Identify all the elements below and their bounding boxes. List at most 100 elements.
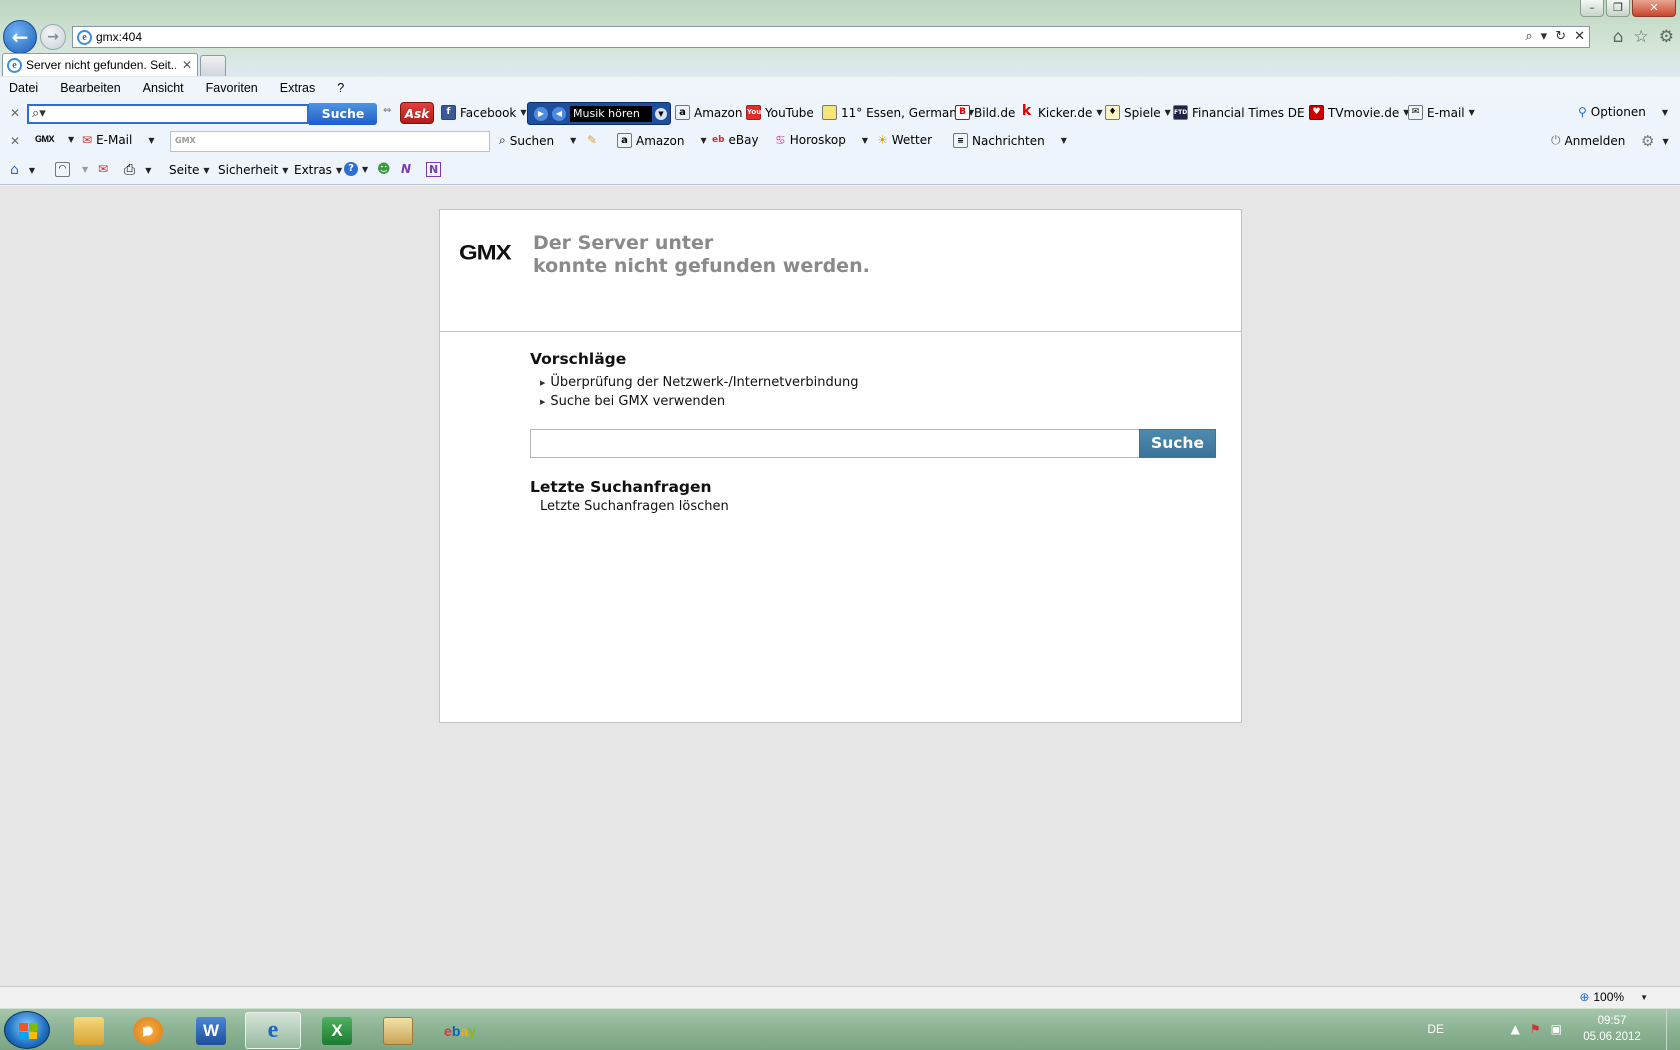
menu-favoriten[interactable]: Favoriten: [206, 81, 258, 95]
gmx-settings-button[interactable]: ⚙ ▼: [1641, 132, 1669, 150]
internet-explorer-icon: e: [267, 1017, 279, 1043]
amazon-link[interactable]: a Amazon: [675, 105, 743, 120]
seite-label: Seite: [169, 163, 200, 177]
taskbar-photo-viewer[interactable]: [370, 1012, 426, 1049]
close-toolbar-icon[interactable]: ✕: [10, 134, 20, 148]
envelope-icon: ✉: [1408, 105, 1423, 120]
gmx-amazon-link[interactable]: a Amazon ▼: [617, 133, 707, 148]
help-button[interactable]: ? ▼: [344, 162, 368, 176]
network-icon[interactable]: ▣: [1551, 1022, 1562, 1036]
gmx-email-button[interactable]: ✉ E-Mail ▼: [82, 133, 155, 147]
chevron-down-icon: ▼: [1060, 136, 1067, 145]
menu-help[interactable]: ?: [337, 81, 344, 95]
refresh-icon[interactable]: ↻: [1555, 29, 1566, 44]
extras-menu[interactable]: Extras ▼: [294, 163, 342, 177]
suggestion-item[interactable]: ▶ Überprüfung der Netzwerk-/Internetverb…: [540, 375, 858, 390]
options-button[interactable]: ⚲ Optionen ▼: [1578, 105, 1668, 119]
rss-feed-icon: ◠: [55, 162, 70, 177]
zoom-control[interactable]: ⊕ 100% ▼: [1579, 990, 1648, 1004]
search-icon[interactable]: ⌕: [1525, 29, 1532, 44]
address-bar[interactable]: e gmx:404 ⌕ ▾ ↻ ✕: [72, 26, 1590, 48]
onenote-icon[interactable]: N: [401, 162, 411, 176]
taskbar-word[interactable]: W: [183, 1012, 239, 1049]
weather-link[interactable]: 11° Essen, Germany ▼: [822, 105, 974, 120]
tvmovie-link[interactable]: ♥ TVmovie.de ▼: [1309, 105, 1409, 120]
menu-bar: Datei Bearbeiten Ansicht Favoriten Extra…: [0, 77, 1680, 99]
gmx-suchen-button[interactable]: ⌕ Suchen ▼: [499, 133, 576, 148]
ask-search-input[interactable]: ⌕▾: [27, 104, 309, 124]
close-window-button[interactable]: ✕: [1632, 0, 1676, 17]
volume-icon[interactable]: ◀: [552, 107, 566, 121]
forward-button[interactable]: →: [40, 24, 66, 50]
kicker-icon: k: [1021, 103, 1032, 119]
menu-extras[interactable]: Extras: [280, 81, 315, 95]
minimize-button[interactable]: –: [1580, 0, 1604, 17]
favorites-star-icon[interactable]: ☆: [1634, 27, 1649, 47]
suggestion-item[interactable]: ▶ Suche bei GMX verwenden: [540, 394, 725, 409]
tab-close-icon[interactable]: ✕: [182, 58, 192, 72]
ask-search-button[interactable]: Suche: [309, 103, 377, 125]
taskbar-excel[interactable]: X: [309, 1012, 365, 1049]
taskbar-internet-explorer[interactable]: e: [245, 1012, 301, 1049]
home-icon[interactable]: ⌂: [1613, 27, 1624, 47]
restore-button[interactable]: ❐: [1606, 0, 1630, 17]
seite-menu[interactable]: Seite ▼: [169, 163, 210, 177]
youtube-link[interactable]: You YouTube: [746, 105, 814, 120]
gmx-search-input[interactable]: GMX: [170, 131, 490, 152]
action-center-flag-icon[interactable]: ⚑: [1530, 1022, 1541, 1036]
feeds-button[interactable]: ◠ ▼: [55, 162, 88, 177]
facebook-link[interactable]: f Facebook ▼: [441, 105, 527, 120]
show-desktop-button[interactable]: [1666, 1009, 1680, 1050]
spiele-link[interactable]: ♦ Spiele ▼: [1105, 105, 1171, 120]
language-indicator[interactable]: DE: [1427, 1022, 1444, 1036]
gmx-menu-button[interactable]: GMX ▼: [35, 134, 74, 144]
gmx-horoskop-link[interactable]: ♋ Horoskop ▼: [775, 133, 868, 147]
gmx-wetter-link[interactable]: ☀ Wetter: [877, 133, 932, 147]
suggestion-gmx-search-label: Suche bei GMX verwenden: [550, 394, 726, 409]
stop-icon[interactable]: ✕: [1574, 29, 1585, 44]
chevron-down-icon: ▼: [82, 165, 89, 174]
address-url[interactable]: gmx:404: [96, 30, 142, 44]
taskbar-explorer[interactable]: [61, 1012, 117, 1049]
bild-link[interactable]: B Bild.de: [955, 105, 1015, 120]
tools-gear-icon[interactable]: ⚙: [1659, 27, 1674, 47]
onenote-send-icon[interactable]: N: [426, 162, 442, 177]
show-hidden-icons-icon[interactable]: ▲: [1511, 1022, 1520, 1036]
play-icon[interactable]: ▶: [534, 107, 548, 121]
menu-datei[interactable]: Datei: [9, 81, 38, 95]
menu-ansicht[interactable]: Ansicht: [143, 81, 184, 95]
back-button[interactable]: ←: [3, 20, 37, 54]
error-title: Der Server unter konnte nicht gefunden w…: [533, 232, 870, 278]
ftd-link[interactable]: FTD Financial Times DE▼: [1173, 105, 1315, 120]
tab-active[interactable]: e Server nicht gefunden. Seit... ✕: [2, 53, 198, 76]
read-mail-icon[interactable]: ✉: [98, 162, 108, 176]
toolbar-resize-icon[interactable]: ⇔: [383, 105, 391, 116]
print-button[interactable]: ⎙ ▼: [124, 162, 151, 178]
taskbar-media-player[interactable]: ▶: [120, 1012, 176, 1049]
menu-bearbeiten[interactable]: Bearbeiten: [60, 81, 120, 95]
home-button[interactable]: ⌂ ▼: [10, 162, 35, 178]
start-button[interactable]: [4, 1011, 50, 1049]
address-tools: ⌕ ▾ ↻ ✕: [1525, 29, 1585, 44]
email-link[interactable]: ✉ E-mail ▼: [1408, 105, 1475, 120]
sicherheit-menu[interactable]: Sicherheit ▼: [218, 163, 288, 177]
ask-logo-button[interactable]: Ask: [400, 102, 434, 124]
chevron-down-icon[interactable]: ▼: [655, 108, 667, 120]
clear-recent-searches-link[interactable]: Letzte Suchanfragen löschen: [540, 499, 729, 514]
clock[interactable]: 09:57 05.06.2012: [1572, 1013, 1652, 1045]
kicker-link[interactable]: k Kicker.de ▼: [1019, 103, 1103, 120]
gmx-amazon-label: Amazon: [636, 133, 685, 148]
page-search-button[interactable]: Suche: [1139, 429, 1216, 458]
close-toolbar-icon[interactable]: ✕: [10, 106, 20, 120]
gmx-ebay-link[interactable]: eb eBay: [712, 133, 759, 147]
dropdown-icon[interactable]: ▾: [1541, 29, 1548, 44]
music-player[interactable]: ▶ ◀ Musik hören ▼: [527, 102, 671, 125]
gmx-nachrichten-link[interactable]: ≡ Nachrichten ▼: [953, 133, 1067, 148]
new-tab-button[interactable]: [200, 55, 226, 76]
messenger-icon[interactable]: ☻: [377, 162, 391, 177]
highlight-pen-icon[interactable]: ✎: [587, 133, 597, 147]
page-search-input[interactable]: [530, 429, 1140, 458]
taskbar-ebay[interactable]: ebay: [432, 1012, 488, 1049]
gmx-anmelden-button[interactable]: ⏻ Anmelden: [1551, 133, 1625, 148]
printer-icon: ⎙: [124, 162, 136, 178]
